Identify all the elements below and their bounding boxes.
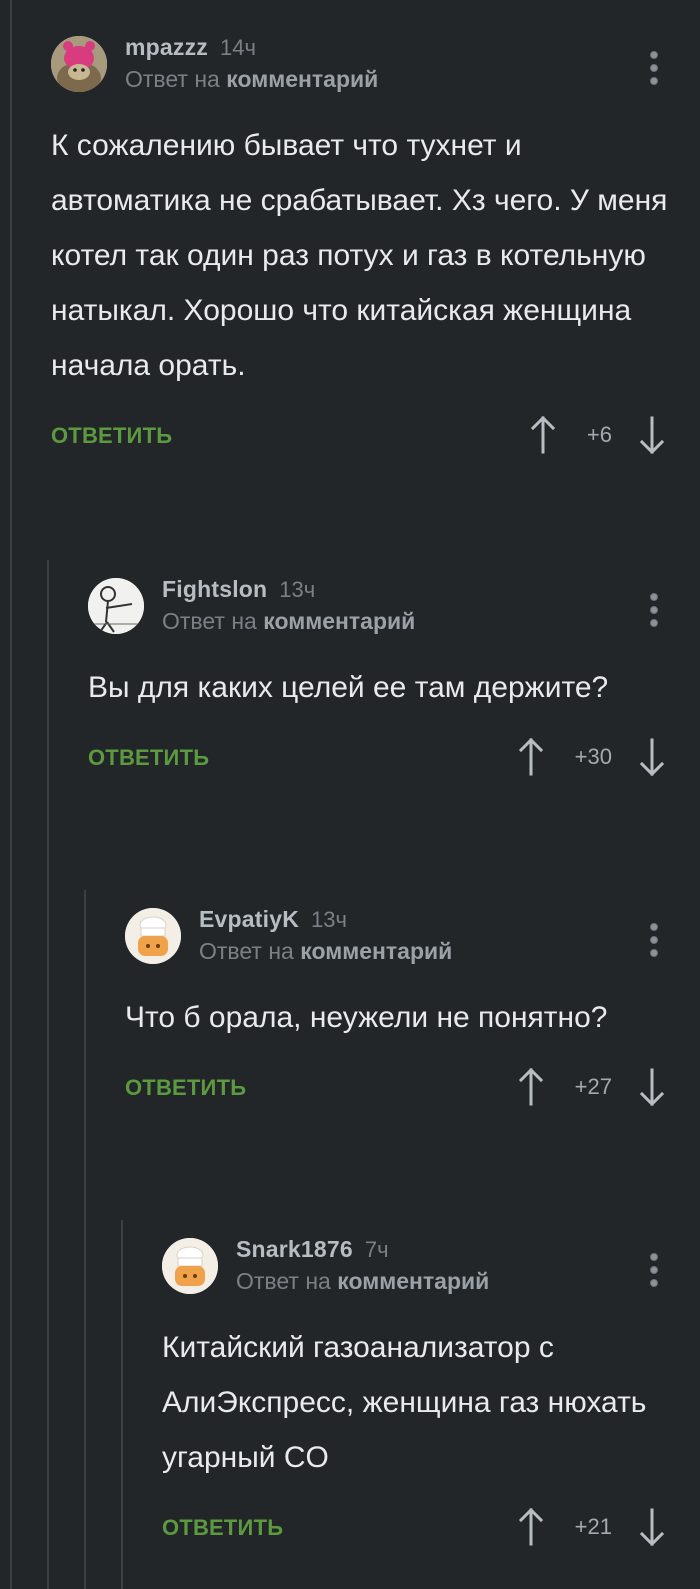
author-row: mpazzz 14ч: [125, 34, 256, 61]
vote-controls: +6: [529, 413, 666, 457]
comment-text: Что б орала, неужели не понятно?: [125, 1001, 608, 1034]
comment-rating: +27: [574, 1074, 612, 1099]
more-menu-icon[interactable]: [644, 920, 664, 960]
comment-header: Fightslon 13ч Ответ на комментарий: [88, 570, 700, 642]
comment-rating: +21: [574, 1514, 612, 1539]
reply-prefix: Ответ на: [162, 608, 257, 634]
upvote-arrow-icon[interactable]: [517, 1067, 545, 1107]
author-row: Fightslon 13ч: [162, 576, 315, 603]
reply-to-row: Ответ на комментарий: [236, 1268, 489, 1295]
default-chef-avatar[interactable]: [125, 908, 181, 964]
parent-comment-link[interactable]: комментарий: [300, 938, 452, 964]
reply-to-row: Ответ на комментарий: [162, 608, 415, 635]
sketch-man-avatar[interactable]: [88, 578, 144, 634]
comment-actions: ОТВЕТИТЬ +27: [125, 1059, 700, 1119]
upvote-arrow-icon[interactable]: [529, 415, 557, 455]
downvote-arrow-icon[interactable]: [638, 415, 666, 455]
comment-text: Вы для каких целей ее там держите?: [88, 671, 609, 704]
thread-branch-line[interactable]: [121, 1220, 123, 1589]
default-chef-avatar[interactable]: [162, 1238, 218, 1294]
comment-time: 7ч: [364, 1237, 389, 1262]
reply-button[interactable]: ОТВЕТИТЬ: [51, 423, 172, 449]
vote-controls: +27: [517, 1065, 666, 1109]
comment-actions: ОТВЕТИТЬ +21: [162, 1499, 700, 1559]
parent-comment-link[interactable]: комментарий: [337, 1268, 489, 1294]
comment-rating: +30: [574, 744, 612, 769]
comment-text: Китайский газоанализатор с АлиЭкспресс, …: [162, 1331, 647, 1474]
reply-button[interactable]: ОТВЕТИТЬ: [88, 745, 209, 771]
comment-header: EvpatiyK 13ч Ответ на комментарий: [125, 900, 700, 972]
comment: EvpatiyK 13ч Ответ на комментарий Что б о…: [125, 900, 700, 1119]
comment-time: 13ч: [311, 907, 347, 932]
reply-prefix: Ответ на: [125, 66, 220, 92]
comment-text: К сожалению бывает что тухнет и автомати…: [51, 129, 668, 382]
author-name[interactable]: EvpatiyK: [199, 906, 299, 932]
upvote-arrow-icon[interactable]: [517, 1507, 545, 1547]
author-row: Snark1876 7ч: [236, 1236, 389, 1263]
downvote-arrow-icon[interactable]: [638, 1507, 666, 1547]
parent-comment-link[interactable]: комментарий: [226, 66, 378, 92]
vote-controls: +30: [517, 735, 666, 779]
author-name[interactable]: mpazzz: [125, 34, 208, 60]
more-menu-icon[interactable]: [644, 48, 664, 88]
comment-header: mpazzz 14ч Ответ на комментарий: [51, 28, 700, 100]
reply-to-row: Ответ на комментарий: [199, 938, 452, 965]
reply-to-row: Ответ на комментарий: [125, 66, 378, 93]
hedgehog-avatar[interactable]: [51, 36, 107, 92]
more-menu-icon[interactable]: [644, 590, 664, 630]
author-row: EvpatiyK 13ч: [199, 906, 347, 933]
thread-branch-line[interactable]: [84, 890, 86, 1589]
reply-prefix: Ответ на: [236, 1268, 331, 1294]
thread-branch-line[interactable]: [10, 0, 12, 1589]
reply-button[interactable]: ОТВЕТИТЬ: [125, 1075, 246, 1101]
author-name[interactable]: Fightslon: [162, 576, 267, 602]
comment: Fightslon 13ч Ответ на комментарий Вы для…: [88, 570, 700, 789]
parent-comment-link[interactable]: комментарий: [263, 608, 415, 634]
comment-rating: +6: [586, 422, 612, 447]
comment-actions: ОТВЕТИТЬ +30: [88, 729, 700, 789]
author-name[interactable]: Snark1876: [236, 1236, 353, 1262]
thread-branch-line[interactable]: [47, 560, 49, 1589]
comment-thread: mpazzz 14ч Ответ на комментарий К сожален…: [0, 0, 700, 1589]
comment-header: Snark1876 7ч Ответ на комментарий: [162, 1230, 700, 1302]
comment-actions: ОТВЕТИТЬ +6: [51, 407, 700, 467]
vote-controls: +21: [517, 1505, 666, 1549]
downvote-arrow-icon[interactable]: [638, 737, 666, 777]
comment-time: 14ч: [220, 35, 256, 60]
comment: Snark1876 7ч Ответ на комментарий Китайск…: [162, 1230, 700, 1559]
upvote-arrow-icon[interactable]: [517, 737, 545, 777]
reply-button[interactable]: ОТВЕТИТЬ: [162, 1515, 283, 1541]
comment: mpazzz 14ч Ответ на комментарий К сожален…: [51, 28, 700, 467]
more-menu-icon[interactable]: [644, 1250, 664, 1290]
reply-prefix: Ответ на: [199, 938, 294, 964]
comment-time: 13ч: [279, 577, 316, 602]
downvote-arrow-icon[interactable]: [638, 1067, 666, 1107]
